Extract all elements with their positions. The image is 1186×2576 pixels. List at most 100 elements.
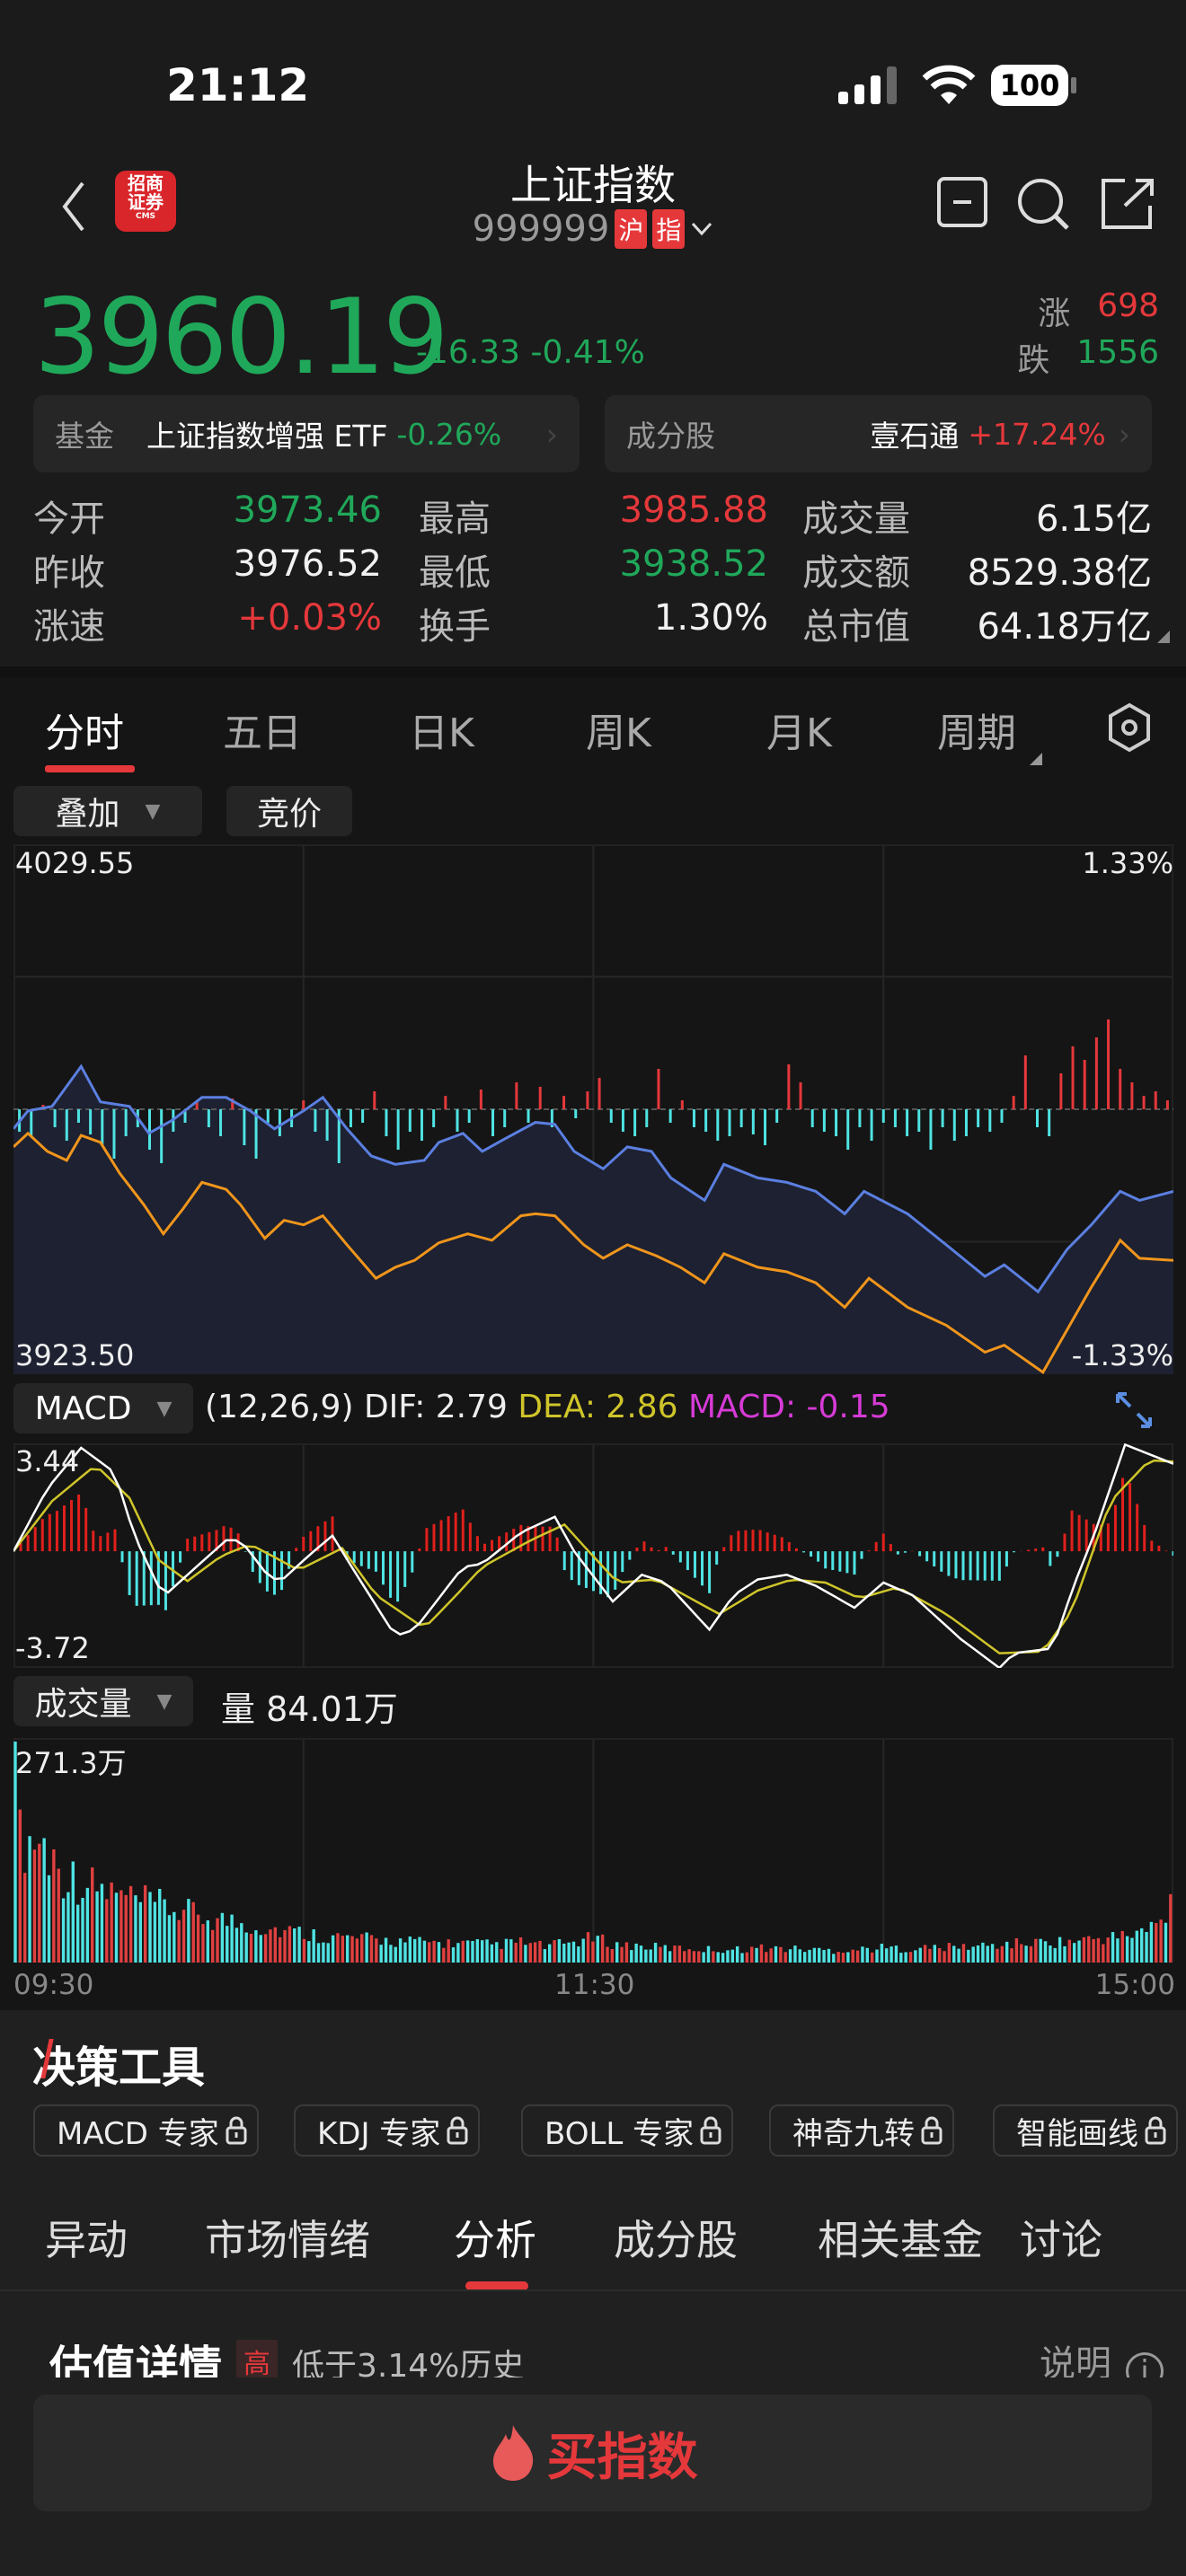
macd-chart[interactable] (13, 1443, 1173, 1668)
advancers: 涨 698 (1038, 287, 1159, 334)
cellular-signal-icon (838, 66, 897, 104)
tool-chip[interactable]: 智能画线 (993, 2104, 1178, 2157)
auction-button[interactable]: 竞价 (226, 786, 352, 836)
lock-icon (700, 2116, 721, 2145)
tool-chip[interactable]: MACD 专家 (33, 2104, 259, 2157)
constituent-card[interactable]: 成分股 壹石通 +17.24% › (605, 395, 1152, 472)
stat-value: +0.03% (237, 597, 382, 639)
tab-five-day[interactable]: 五日 (223, 701, 302, 758)
volume-label: 成交量 (34, 1686, 132, 1723)
tab-weekly-k[interactable]: 周K (586, 701, 651, 758)
time-label-close: 15:00 (1094, 1969, 1175, 2001)
bottom-tab[interactable]: 成分股 (614, 2208, 738, 2267)
tab-daily-k[interactable]: 日K (409, 701, 474, 758)
expand-triangle-icon[interactable] (1157, 631, 1170, 643)
fund-card[interactable]: 基金 上证指数增强 ETF -0.26% › (33, 395, 580, 472)
volume-chart[interactable] (13, 1738, 1173, 1963)
dif-value: DIF: 2.79 (363, 1389, 508, 1425)
lock-icon (921, 2116, 943, 2145)
bottom-tab[interactable]: 讨论 (1020, 2208, 1102, 2267)
time-label-noon: 11:30 (554, 1969, 635, 2001)
down-label: 跌 (1017, 342, 1050, 379)
valuation-header: 估值详情 高 低于3.14%历史 说明 i (49, 2340, 1164, 2378)
divider (0, 666, 1186, 677)
price-max-label: 4029.55 (15, 846, 135, 880)
chip-label: 神奇九转 (792, 2115, 915, 2152)
stat-value: 6.15亿 (1035, 498, 1152, 540)
help-link[interactable]: 说明 (1040, 2340, 1111, 2378)
bottom-tab[interactable]: 分析 (454, 2208, 536, 2267)
bottom-tab[interactable]: 异动 (45, 2208, 128, 2267)
macd-params: (12,26,9) (205, 1389, 354, 1425)
valuation-desc: 低于3.14%历史 (292, 2348, 525, 2378)
constituent-change: +17.24% (968, 416, 1106, 452)
overlay-dropdown[interactable]: 叠加 ▼ (13, 786, 202, 836)
constituent-name: 壹石通 (870, 419, 960, 454)
stat-label: 涨速 (33, 606, 105, 648)
tool-chip[interactable]: KDJ 专家 (294, 2104, 481, 2157)
volume-readout: 量 84.01万 (221, 1689, 398, 1729)
current-price: 3960.19 (34, 277, 449, 398)
pct-max-label: 1.33% (1082, 846, 1173, 880)
tab-monthly-k[interactable]: 月K (766, 701, 832, 758)
divider (0, 2289, 1186, 2291)
macd-value: MACD: -0.15 (688, 1389, 890, 1425)
chip-label: KDJ 专家 (317, 2115, 441, 2152)
price-change: -16.33 -0.41% (416, 334, 645, 371)
tool-chip[interactable]: BOLL 专家 (521, 2104, 734, 2157)
chip-label: BOLL 专家 (544, 2115, 695, 2152)
lock-icon (1145, 2116, 1166, 2145)
stat-value: 3938.52 (619, 543, 768, 585)
tab-period[interactable]: 周期 (937, 701, 1016, 758)
code-text: 999999 (472, 208, 610, 250)
info-icon[interactable]: i (1126, 2352, 1164, 2378)
share-icon[interactable] (1098, 176, 1157, 232)
stat-label: 成交量 (802, 498, 910, 540)
stat-label: 最低 (419, 552, 491, 594)
down-count: 1556 (1076, 334, 1159, 371)
search-icon[interactable] (1015, 176, 1073, 234)
up-count: 698 (1097, 287, 1159, 324)
intraday-chart[interactable] (13, 844, 1173, 1374)
bottom-tab[interactable]: 相关基金 (818, 2208, 983, 2267)
constituent-label: 成分股 (626, 419, 715, 454)
buy-label: 买指数 (546, 2428, 698, 2487)
buy-index-button[interactable]: 买指数 (33, 2395, 1152, 2511)
stat-label: 今开 (33, 498, 105, 540)
battery-tip (1071, 77, 1076, 93)
tool-chip[interactable]: 神奇九转 (769, 2104, 954, 2157)
expand-icon[interactable] (1114, 1390, 1154, 1430)
stat-value: 3973.46 (233, 490, 382, 531)
chevron-right-icon: › (1118, 416, 1130, 452)
stat-label: 最高 (419, 498, 491, 540)
change-value: -16.33 (416, 334, 521, 371)
tab-intraday[interactable]: 分时 (45, 701, 124, 758)
flame-icon (492, 2425, 533, 2481)
macd-min-label: -3.72 (15, 1631, 90, 1665)
security-code[interactable]: 999999 沪 指 (0, 208, 1186, 250)
valuation-badge: 高 (236, 2340, 279, 2378)
indicator-dropdown[interactable]: MACD ▼ (13, 1383, 193, 1434)
price-min-label: 3923.50 (15, 1338, 135, 1372)
settings-icon[interactable] (1107, 702, 1152, 753)
battery-icon: 100 (991, 65, 1068, 106)
pct-min-label: -1.33% (1071, 1338, 1173, 1372)
macd-max-label: 3.44 (15, 1444, 80, 1478)
lock-icon (447, 2116, 468, 2145)
dropdown-arrow-icon: ▼ (145, 799, 161, 823)
time-label-open: 09:30 (13, 1969, 94, 2001)
dea-value: DEA: 2.86 (518, 1389, 678, 1425)
stat-value: 3976.52 (233, 543, 382, 585)
wifi-icon (922, 65, 976, 104)
status-time: 21:12 (166, 59, 310, 111)
volume-dropdown[interactable]: 成交量 ▼ (13, 1676, 193, 1726)
minimize-icon[interactable] (936, 176, 990, 230)
stat-label: 成交额 (802, 552, 910, 594)
change-pct: -0.41% (530, 334, 645, 371)
market-badge: 沪 (615, 209, 648, 249)
mask (0, 2378, 1186, 2395)
fund-name: 上证指数增强 ETF (146, 419, 388, 454)
bottom-tab[interactable]: 市场情绪 (205, 2208, 370, 2267)
macd-readout: (12,26,9) DIF: 2.79 DEA: 2.86 MACD: -0.1… (205, 1389, 890, 1425)
decliners: 跌 1556 (1017, 334, 1159, 381)
